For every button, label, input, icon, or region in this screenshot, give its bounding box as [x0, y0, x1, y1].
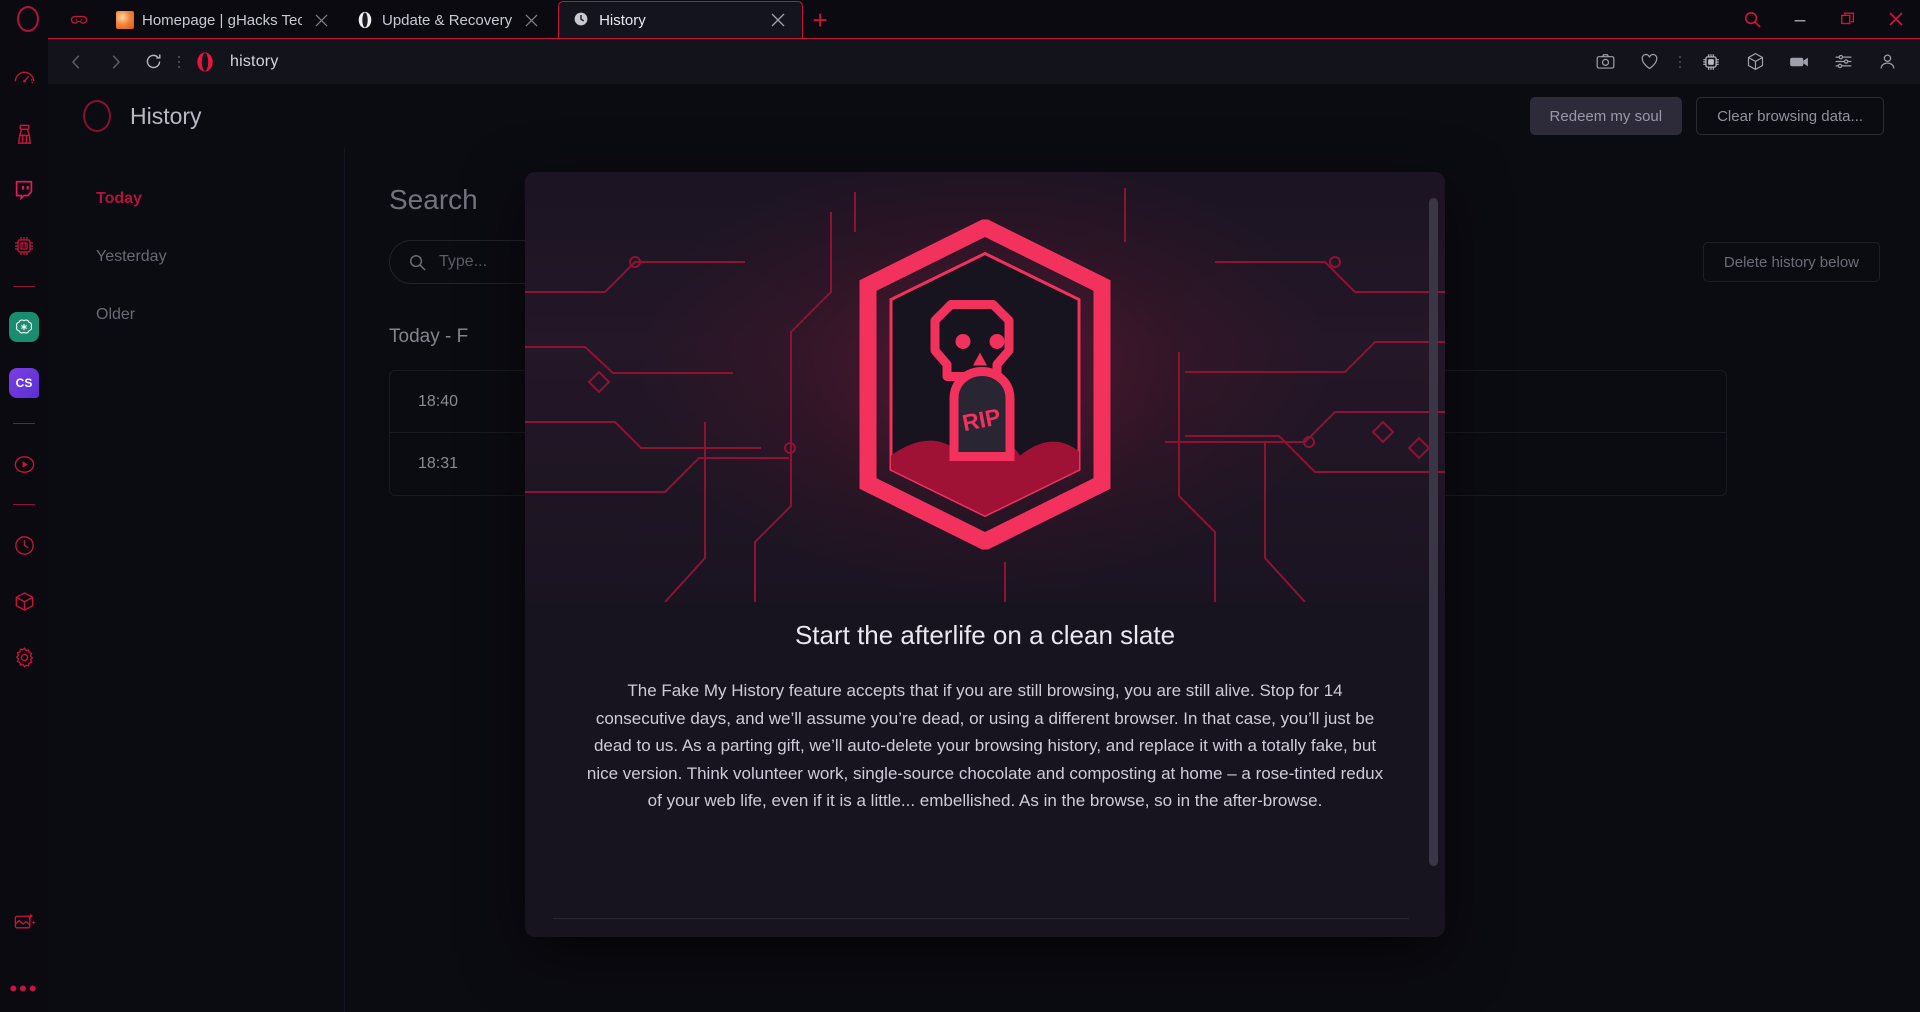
tab-title: Homepage | gHacks Techno: [142, 11, 302, 29]
more-dots-icon[interactable]: •••: [9, 978, 38, 1000]
tab-update-recovery[interactable]: Update & Recovery: [342, 2, 552, 38]
modal-scrollbar[interactable]: [1429, 184, 1438, 914]
address-bar-input[interactable]: history: [230, 53, 279, 71]
tab-title: History: [599, 11, 646, 29]
sidebar-item-wallpapers[interactable]: [6, 904, 42, 940]
sidebar-divider: [13, 286, 35, 287]
title-bar: Homepage | gHacks Techno Update & Recove…: [0, 0, 1920, 38]
close-icon[interactable]: [1872, 0, 1920, 38]
toolbar-divider-dots: [1672, 54, 1688, 70]
site-opera-icon: [186, 45, 224, 79]
ghacks-favicon-icon: [116, 11, 134, 29]
sidebar-item-extensions[interactable]: [6, 583, 42, 619]
forward-button[interactable]: [96, 45, 134, 79]
opera-favicon-icon: [356, 11, 374, 29]
tab-strip: Homepage | gHacks Techno Update & Recove…: [102, 0, 1728, 38]
sidebar-item-history[interactable]: [6, 527, 42, 563]
ai-chip-icon[interactable]: [1690, 45, 1732, 79]
tab-history[interactable]: History: [558, 1, 804, 38]
reload-icon[interactable]: [134, 45, 172, 79]
heart-icon[interactable]: [1628, 45, 1670, 79]
maximize-icon[interactable]: [1824, 0, 1872, 38]
snapshot-icon[interactable]: [1584, 45, 1626, 79]
search-icon: [409, 254, 426, 271]
entry-time: 18:31: [418, 455, 459, 472]
modal-text: Start the afterlife on a clean slate The…: [525, 602, 1445, 815]
player-icon[interactable]: [1778, 45, 1820, 79]
sidebar-divider: [13, 504, 35, 505]
clear-browsing-data-button[interactable]: Clear browsing data...: [1696, 97, 1884, 135]
modal-footer-divider: [553, 918, 1409, 919]
close-icon[interactable]: [310, 9, 332, 31]
sidebar-divider: [13, 423, 35, 424]
sidebar-item-speed-dial[interactable]: [6, 60, 42, 96]
sidebar-item-yesterday[interactable]: Yesterday: [96, 248, 344, 266]
sidebar-item-today[interactable]: Today: [96, 190, 344, 208]
cube-icon[interactable]: [1734, 45, 1776, 79]
search-icon[interactable]: [1728, 0, 1776, 38]
close-icon[interactable]: [767, 9, 789, 31]
cs-icon: CS: [9, 368, 39, 398]
opera-menu-button[interactable]: [0, 0, 56, 38]
sidebar-item-player[interactable]: [6, 446, 42, 482]
gamepad-icon[interactable]: [56, 0, 102, 38]
page-title: History: [130, 102, 202, 129]
search-placeholder: Type...: [439, 253, 488, 270]
delete-history-below-button[interactable]: Delete history below: [1702, 242, 1880, 282]
chatgpt-icon: [9, 312, 39, 342]
history-favicon-icon: [573, 11, 591, 29]
opera-logo-icon: [78, 97, 116, 135]
sidebar-item-aria-chip[interactable]: M: [6, 228, 42, 264]
close-icon[interactable]: [520, 9, 542, 31]
back-button[interactable]: [58, 45, 96, 79]
sidebar-item-cs[interactable]: CS: [6, 365, 42, 401]
svg-text:M: M: [22, 244, 27, 250]
scrollbar-thumb[interactable]: [1429, 198, 1438, 866]
sliders-icon[interactable]: [1822, 45, 1864, 79]
page-header: History Redeem my soul Clear browsing da…: [48, 84, 1920, 148]
sidebar-item-cleaner[interactable]: [6, 116, 42, 152]
window-controls: [1728, 0, 1920, 38]
navigation-toolbar: history: [48, 38, 1920, 84]
modal-heading: Start the afterlife on a clean slate: [794, 620, 1176, 650]
opera-logo-icon: [17, 6, 39, 32]
profile-icon[interactable]: [1866, 45, 1908, 79]
sidebar-item-settings[interactable]: [6, 639, 42, 675]
fake-my-history-modal: RIP Start the afterlife on a clean slate…: [525, 172, 1445, 937]
tab-title: Update & Recovery: [382, 11, 513, 29]
modal-illustration: RIP: [525, 172, 1445, 602]
history-sidebar-nav: Today Yesterday Older: [48, 148, 344, 1012]
redeem-my-soul-button[interactable]: Redeem my soul: [1529, 97, 1683, 135]
left-sidebar: M CS •••: [0, 38, 48, 1012]
sidebar-item-older[interactable]: Older: [96, 306, 344, 324]
toolbar-overflow-dots[interactable]: [172, 45, 186, 79]
skull-rip-badge-icon: RIP: [850, 218, 1120, 555]
toolbar-right-icons: [1584, 45, 1908, 79]
entry-time: 18:40: [418, 392, 459, 410]
sidebar-item-chatgpt[interactable]: [6, 309, 42, 345]
page-header-actions: Redeem my soul Clear browsing data...: [1529, 97, 1884, 135]
new-tab-button[interactable]: +: [803, 2, 837, 38]
minimize-icon[interactable]: [1776, 0, 1824, 38]
modal-body: The Fake My History feature accepts that…: [586, 681, 1384, 811]
sidebar-item-twitch[interactable]: [6, 172, 42, 208]
tab-ghacks[interactable]: Homepage | gHacks Techno: [102, 2, 342, 38]
sidebar-bottom-group: •••: [6, 904, 42, 1012]
